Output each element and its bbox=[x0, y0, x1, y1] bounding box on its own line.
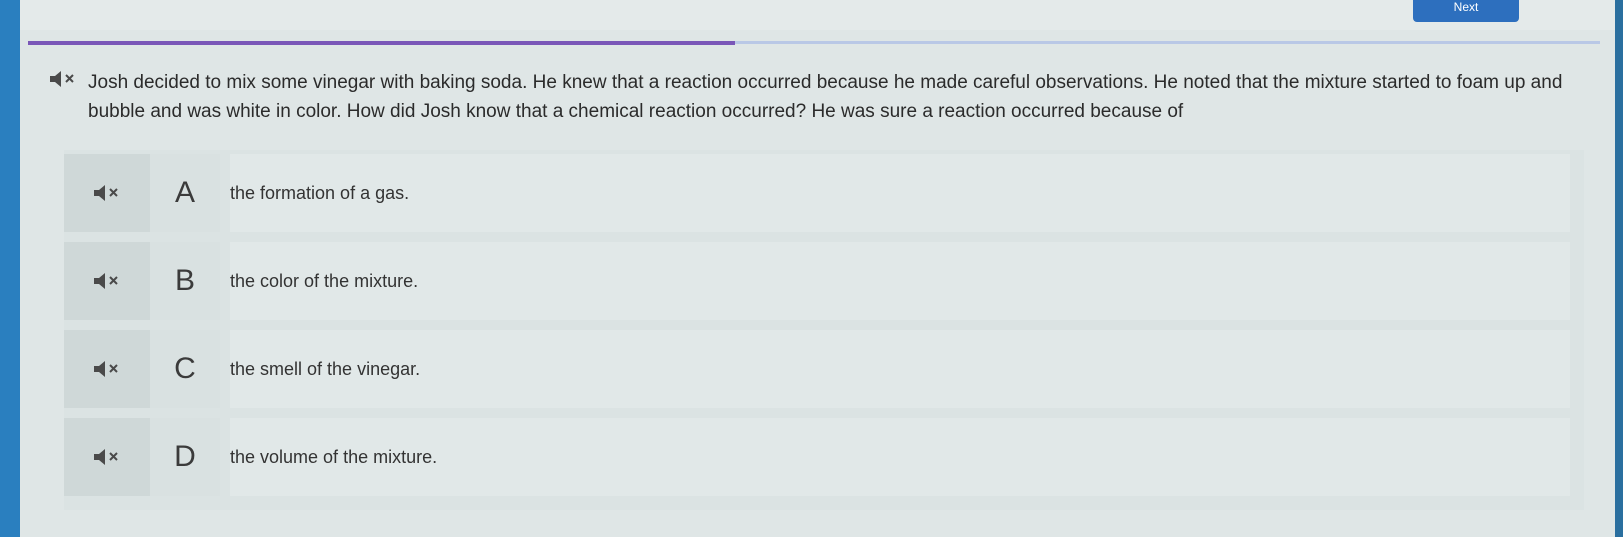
speaker-muted-icon[interactable] bbox=[64, 154, 150, 232]
speaker-muted-icon[interactable] bbox=[48, 70, 78, 88]
left-edge-rail bbox=[0, 0, 20, 537]
question-block: Josh decided to mix some vinegar with ba… bbox=[48, 68, 1588, 126]
answer-choice-c[interactable]: C the smell of the vinegar. bbox=[64, 326, 1584, 408]
answer-letter: A bbox=[150, 154, 220, 232]
next-button[interactable]: Next bbox=[1413, 0, 1519, 22]
speaker-muted-icon[interactable] bbox=[64, 418, 150, 496]
answer-text[interactable]: the color of the mixture. bbox=[230, 242, 1570, 320]
answer-choice-d[interactable]: D the volume of the mixture. bbox=[64, 414, 1584, 496]
answer-letter: D bbox=[150, 418, 220, 496]
answer-letter: C bbox=[150, 330, 220, 408]
answer-choice-a[interactable]: A the formation of a gas. bbox=[64, 150, 1584, 232]
right-edge-rail bbox=[1615, 0, 1623, 537]
answer-letter: B bbox=[150, 242, 220, 320]
speaker-muted-icon[interactable] bbox=[64, 330, 150, 408]
question-text: Josh decided to mix some vinegar with ba… bbox=[88, 72, 1563, 122]
answer-text[interactable]: the formation of a gas. bbox=[230, 154, 1570, 232]
answer-text[interactable]: the smell of the vinegar. bbox=[230, 330, 1570, 408]
answer-text[interactable]: the volume of the mixture. bbox=[230, 418, 1570, 496]
progress-bar-fill bbox=[28, 41, 736, 45]
progress-bar bbox=[28, 41, 1600, 45]
speaker-muted-icon[interactable] bbox=[64, 242, 150, 320]
answer-choice-b[interactable]: B the color of the mixture. bbox=[64, 238, 1584, 320]
answer-choices: A the formation of a gas. B the color of… bbox=[64, 150, 1584, 510]
top-bar bbox=[20, 0, 1615, 30]
